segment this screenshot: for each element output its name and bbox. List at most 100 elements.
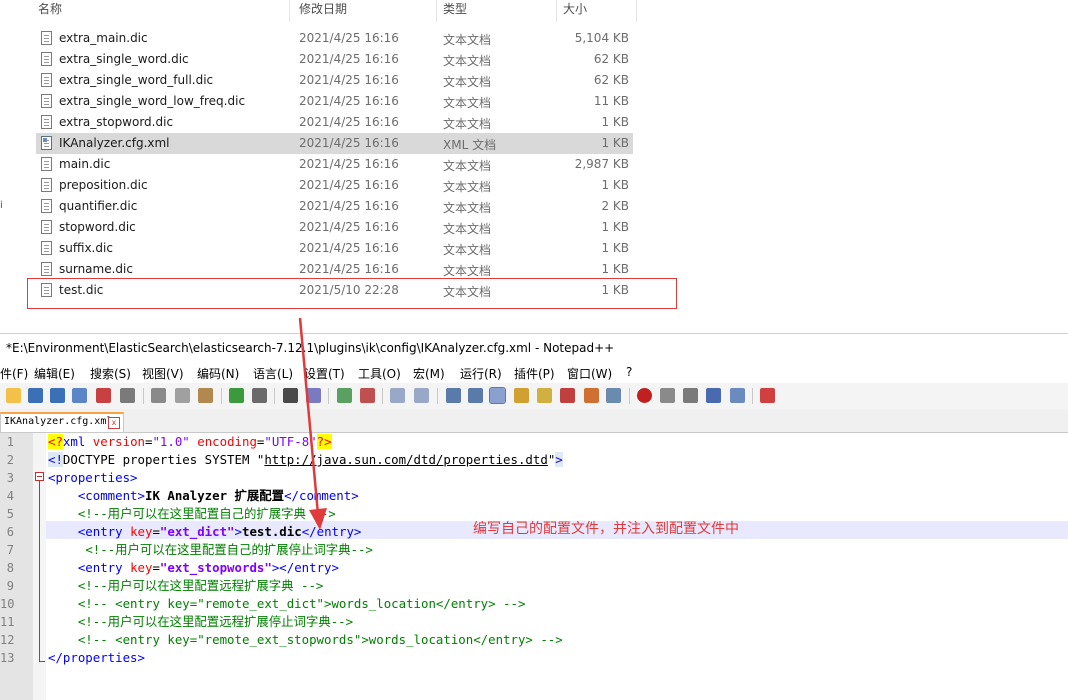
menu-tools[interactable]: 工具(O)	[358, 365, 401, 382]
menu-window[interactable]: 窗口(W)	[567, 365, 612, 382]
sync-vertical-icon[interactable]	[390, 388, 405, 403]
open-file-icon[interactable]	[28, 388, 43, 403]
line-number: 4	[6, 489, 14, 503]
menu-run[interactable]: 运行(R)	[460, 365, 502, 382]
file-row[interactable]: stopword.dic 2021/4/25 16:16 文本文档 1 KB	[36, 217, 633, 238]
menu-macro[interactable]: 宏(M)	[413, 365, 445, 382]
spell-check-icon[interactable]	[760, 388, 775, 403]
file-row[interactable]: preposition.dic 2021/4/25 16:16 文本文档 1 KB	[36, 175, 633, 196]
file-name: surname.dic	[59, 262, 133, 276]
column-header-size[interactable]: 大小	[563, 0, 587, 22]
menu-view[interactable]: 视图(V)	[142, 365, 184, 382]
file-row[interactable]: main.dic 2021/4/25 16:16 文本文档 2,987 KB	[36, 154, 633, 175]
function-list-icon[interactable]	[560, 388, 575, 403]
play-macro-icon[interactable]	[683, 388, 698, 403]
file-date: 2021/4/25 16:16	[299, 94, 399, 108]
column-header-date[interactable]: 修改日期	[299, 0, 347, 22]
file-name: extra_single_word_low_freq.dic	[59, 94, 246, 108]
code-comment: <!--用户可以在这里配置远程扩展字典 -->	[77, 578, 324, 593]
word-wrap-icon[interactable]	[446, 388, 461, 403]
doc-map-icon[interactable]	[537, 388, 552, 403]
doctype-url-link[interactable]: http://java.sun.com/dtd/properties.dtd	[264, 452, 547, 467]
column-separator[interactable]	[556, 0, 557, 22]
file-date: 2021/4/25 16:16	[299, 157, 399, 171]
code-editor[interactable]: 1 2 3 4 5 6 7 8 9 10 11 12 13 <?xml version="1.0" en…	[0, 433, 1068, 700]
menu-file[interactable]: 件(F)	[0, 365, 28, 382]
redo-icon[interactable]	[252, 388, 267, 403]
code-token: key	[122, 560, 153, 575]
zoom-out-icon[interactable]	[360, 388, 375, 403]
save-macro-icon[interactable]	[730, 388, 745, 403]
file-row[interactable]: extra_stopword.dic 2021/4/25 16:16 文本文档 1 K…	[36, 112, 633, 133]
code-comment: <!-- <entry key="remote_ext_dict">words_…	[77, 596, 526, 611]
title-bar: *E:\Environment\ElasticSearch\elasticsea…	[0, 334, 1068, 361]
menu-search[interactable]: 搜索(S)	[90, 365, 131, 382]
column-separator[interactable]	[436, 0, 437, 22]
indent-guide-icon[interactable]	[489, 387, 506, 404]
code-token: <!	[48, 452, 63, 467]
file-size: 1 KB	[601, 262, 629, 276]
replace-icon[interactable]	[306, 388, 321, 403]
file-row[interactable]: IKAnalyzer.cfg.xml 2021/4/25 16:16 XML 文档 1…	[36, 133, 633, 154]
file-row[interactable]: quantifier.dic 2021/4/25 16:16 文本文档 2 KB	[36, 196, 633, 217]
menu-encoding[interactable]: 编码(N)	[197, 365, 239, 382]
file-row[interactable]: extra_main.dic 2021/4/25 16:16 文本文档 5,104 K…	[36, 28, 633, 49]
code-token: =	[152, 524, 160, 539]
zoom-in-icon[interactable]	[337, 388, 352, 403]
file-date: 2021/4/25 16:16	[299, 262, 399, 276]
sync-horizontal-icon[interactable]	[414, 388, 429, 403]
stop-macro-icon[interactable]	[660, 388, 675, 403]
toolbar-separator	[629, 388, 630, 404]
new-file-icon[interactable]	[6, 388, 21, 403]
language-icon[interactable]	[514, 388, 529, 403]
menu-edit[interactable]: 编辑(E)	[34, 365, 75, 382]
file-name: extra_single_word_full.dic	[59, 73, 214, 87]
code-token: encoding	[189, 434, 257, 449]
file-row[interactable]: suffix.dic 2021/4/25 16:16 文本文档 1 KB	[36, 238, 633, 259]
code-line-5: <!--用户可以在这里配置自己的扩展字典 -->	[48, 505, 336, 523]
line-number: 1	[6, 435, 14, 449]
menu-language[interactable]: 语言(L)	[253, 365, 293, 382]
file-row[interactable]: extra_single_word_full.dic 2021/4/25 16:1…	[36, 70, 633, 91]
code-line-8: <entry key="ext_stopwords"></entry>	[48, 559, 339, 577]
cut-icon[interactable]	[151, 388, 166, 403]
paste-icon[interactable]	[198, 388, 213, 403]
file-name: extra_stopword.dic	[59, 115, 174, 129]
menu-settings[interactable]: 设置(T)	[304, 365, 345, 382]
code-line-9: <!--用户可以在这里配置远程扩展字典 -->	[48, 577, 324, 595]
file-row[interactable]: extra_single_word_low_freq.dic 2021/4/25 …	[36, 91, 633, 112]
column-header-name[interactable]: 名称	[38, 0, 62, 22]
menu-plugins[interactable]: 插件(P)	[514, 365, 555, 382]
column-separator[interactable]	[289, 0, 290, 22]
annotation-text: 编写自己的配置文件，并注入到配置文件中	[473, 521, 739, 537]
text-file-icon	[41, 94, 52, 108]
folder-workspace-icon[interactable]	[584, 388, 599, 403]
fold-toggle-icon[interactable]	[35, 472, 44, 481]
play-multiple-icon[interactable]	[706, 388, 721, 403]
save-icon[interactable]	[50, 388, 65, 403]
code-comment: <!--用户可以在这里配置远程扩展停止词字典-->	[77, 614, 354, 629]
show-all-chars-icon[interactable]	[468, 388, 483, 403]
copy-icon[interactable]	[175, 388, 190, 403]
save-all-icon[interactable]	[72, 388, 87, 403]
code-comment: <!--用户可以在这里配置自己的扩展字典 -->	[77, 506, 336, 521]
file-row[interactable]: surname.dic 2021/4/25 16:16 文本文档 1 KB	[36, 259, 633, 280]
file-date: 2021/4/25 16:16	[299, 199, 399, 213]
menu-help[interactable]: ?	[626, 365, 632, 379]
close-icon[interactable]	[96, 388, 111, 403]
find-icon[interactable]	[283, 388, 298, 403]
undo-icon[interactable]	[229, 388, 244, 403]
file-row[interactable]: extra_single_word.dic 2021/4/25 16:16 文本文档…	[36, 49, 633, 70]
file-date: 2021/4/25 16:16	[299, 31, 399, 45]
file-size: 2 KB	[601, 199, 629, 213]
record-macro-icon[interactable]	[637, 388, 652, 403]
monitor-icon[interactable]	[606, 388, 621, 403]
print-icon[interactable]	[120, 388, 135, 403]
column-header-type[interactable]: 类型	[443, 0, 467, 22]
tab-close-icon[interactable]: x	[108, 417, 120, 429]
tab-ikanalyzer-cfg-xml[interactable]: IKAnalyzer.cfg.xml x	[0, 412, 124, 432]
column-separator[interactable]	[636, 0, 637, 22]
file-type: 文本文档	[443, 96, 492, 110]
file-date: 2021/4/25 16:16	[299, 73, 399, 87]
